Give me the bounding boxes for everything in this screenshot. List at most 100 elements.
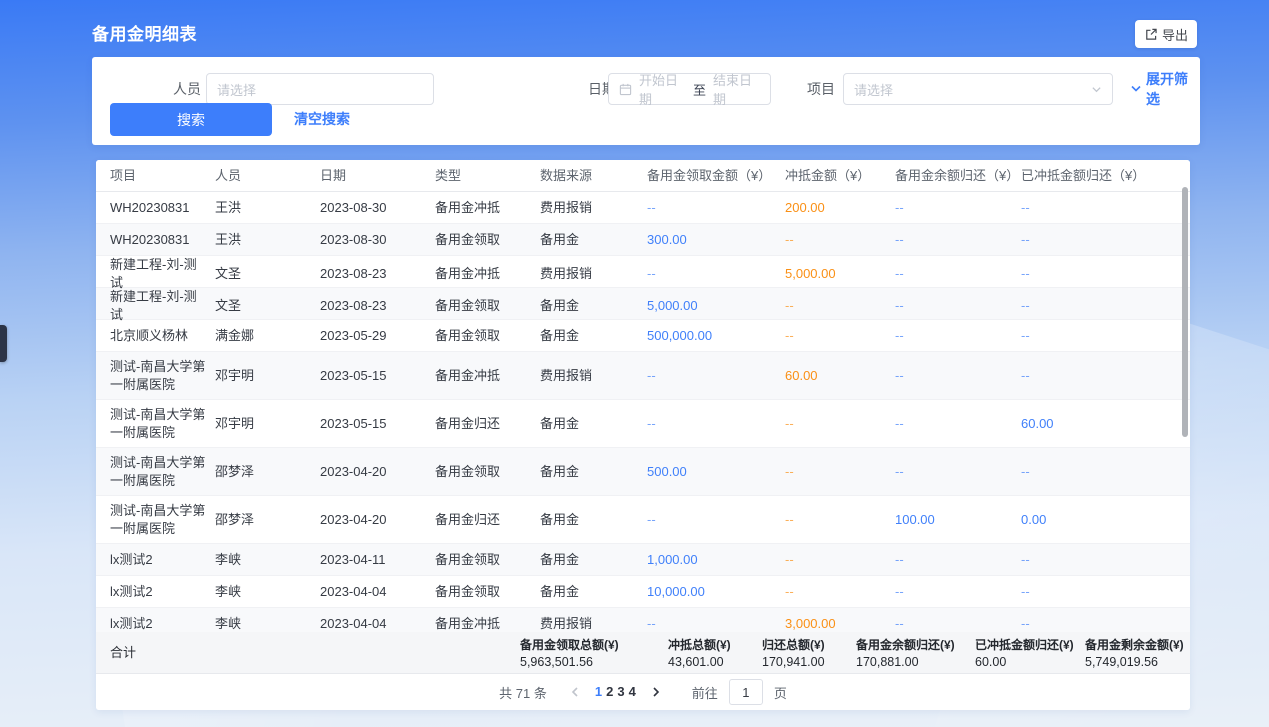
table-row: 新建工程-刘-测试文圣2023-08-23备用金冲抵费用报销--5,000.00… [96, 256, 1190, 288]
summary-item-value: 5,749,019.56 [1085, 654, 1184, 670]
cell-offset_return: -- [1021, 327, 1182, 345]
cell-person: 李峡 [215, 551, 320, 569]
cell-date: 2023-08-30 [320, 231, 435, 249]
cell-received: -- [647, 265, 785, 283]
summary-item-label: 备用金余额归还(¥) [856, 637, 955, 653]
clear-search-link[interactable]: 清空搜索 [294, 103, 350, 136]
cell-offset_return: -- [1021, 367, 1182, 385]
date-end-input[interactable]: 结束日期 [713, 70, 760, 108]
cell-balance_return: -- [895, 297, 1021, 315]
cell-type: 备用金领取 [435, 231, 540, 249]
cell-balance_return: -- [895, 583, 1021, 601]
next-page-button[interactable] [644, 680, 668, 704]
column-header: 项目 [110, 167, 215, 185]
cell-date: 2023-04-20 [320, 463, 435, 481]
cell-balance_return: -- [895, 415, 1021, 433]
cell-offset_return: 60.00 [1021, 415, 1182, 433]
project-select-placeholder: 请选择 [854, 80, 1091, 99]
cell-person: 邵梦泽 [215, 511, 320, 529]
column-header: 备用金余额归还（¥） [895, 167, 1021, 185]
chevron-down-icon [1091, 84, 1102, 95]
cell-date: 2023-05-29 [320, 327, 435, 345]
cell-date: 2023-04-04 [320, 615, 435, 633]
cell-offset_return: -- [1021, 463, 1182, 481]
goto-page-input[interactable] [729, 679, 763, 705]
cell-received: -- [647, 415, 785, 433]
chevron-down-icon [1130, 83, 1142, 95]
cell-offset: -- [785, 463, 895, 481]
person-select[interactable]: 请选择 [206, 73, 434, 105]
summary-item-value: 60.00 [975, 654, 1074, 670]
cell-source: 费用报销 [540, 199, 647, 217]
cell-balance_return: -- [895, 463, 1021, 481]
expand-filter-label: 展开筛选 [1146, 69, 1200, 109]
summary-item-value: 43,601.00 [668, 654, 731, 670]
date-range-picker[interactable]: 开始日期 至 结束日期 [608, 73, 771, 105]
cell-date: 2023-08-30 [320, 199, 435, 217]
cell-balance_return: -- [895, 199, 1021, 217]
report-table: 项目人员日期类型数据来源备用金领取金额（¥）冲抵金额（¥）备用金余额归还（¥）已… [96, 160, 1190, 710]
cell-type: 备用金领取 [435, 551, 540, 569]
cell-received: -- [647, 511, 785, 529]
summary-row: 合计 备用金领取总额(¥)5,963,501.56冲抵总额(¥)43,601.0… [96, 632, 1190, 674]
export-button[interactable]: 导出 [1135, 20, 1197, 48]
page-number-button[interactable]: 4 [629, 684, 636, 699]
cell-balance_return: 100.00 [895, 511, 1021, 529]
cell-offset: 200.00 [785, 199, 895, 217]
cell-source: 备用金 [540, 551, 647, 569]
summary-item: 备用金余额归还(¥)170,881.00 [856, 637, 955, 670]
table-row: lx测试2李峡2023-04-11备用金领取备用金1,000.00------ [96, 544, 1190, 576]
cell-project: 新建工程-刘-测试 [110, 256, 215, 292]
calendar-icon [619, 83, 632, 96]
table-row: WH20230831王洪2023-08-30备用金冲抵费用报销--200.00-… [96, 192, 1190, 224]
cell-source: 备用金 [540, 511, 647, 529]
date-start-input[interactable]: 开始日期 [639, 70, 686, 108]
summary-item: 冲抵总额(¥)43,601.00 [668, 637, 731, 670]
cell-balance_return: -- [895, 615, 1021, 633]
cell-received: 5,000.00 [647, 297, 785, 315]
cell-type: 备用金冲抵 [435, 265, 540, 283]
cell-balance_return: -- [895, 231, 1021, 249]
table-row: 测试-南昌大学第一附属医院邵梦泽2023-04-20备用金归还备用金----10… [96, 496, 1190, 544]
cell-type: 备用金领取 [435, 583, 540, 601]
cell-person: 王洪 [215, 231, 320, 249]
project-select[interactable]: 请选择 [843, 73, 1113, 105]
cell-received: 500,000.00 [647, 327, 785, 345]
cell-source: 备用金 [540, 583, 647, 601]
table-row: 新建工程-刘-测试文圣2023-08-23备用金领取备用金5,000.00---… [96, 288, 1190, 320]
collapsed-sidebar-handle[interactable] [0, 325, 7, 362]
cell-offset: -- [785, 583, 895, 601]
cell-person: 文圣 [215, 265, 320, 283]
cell-type: 备用金归还 [435, 415, 540, 433]
table-row: 测试-南昌大学第一附属医院邵梦泽2023-04-20备用金领取备用金500.00… [96, 448, 1190, 496]
cell-offset_return: -- [1021, 615, 1182, 633]
vertical-scrollbar[interactable] [1182, 187, 1188, 437]
cell-offset: -- [785, 231, 895, 249]
person-select-placeholder: 请选择 [217, 80, 256, 99]
search-button[interactable]: 搜索 [110, 103, 272, 136]
cell-source: 备用金 [540, 231, 647, 249]
summary-item-value: 170,941.00 [762, 654, 825, 670]
cell-received: -- [647, 199, 785, 217]
goto-label: 前往 [692, 683, 718, 702]
column-header: 数据来源 [540, 167, 647, 185]
cell-received: 300.00 [647, 231, 785, 249]
cell-offset_return: -- [1021, 297, 1182, 315]
cell-received: 10,000.00 [647, 583, 785, 601]
summary-item-value: 170,881.00 [856, 654, 955, 670]
cell-source: 备用金 [540, 297, 647, 315]
page-number-button[interactable]: 1 [595, 684, 602, 699]
page-number-button[interactable]: 3 [617, 684, 624, 699]
cell-source: 备用金 [540, 327, 647, 345]
page-number-button[interactable]: 2 [606, 684, 613, 699]
cell-source: 费用报销 [540, 367, 647, 385]
column-header: 日期 [320, 167, 435, 185]
column-header: 已冲抵金额归还（¥） [1021, 167, 1182, 185]
expand-filter-link[interactable]: 展开筛选 [1130, 73, 1200, 105]
cell-offset: 3,000.00 [785, 615, 895, 633]
filter-panel: 人员 请选择 日期 开始日期 至 结束日期 项目 请选择 [92, 57, 1200, 145]
summary-item: 归还总额(¥)170,941.00 [762, 637, 825, 670]
table-row: 北京顺义杨林满金娜2023-05-29备用金领取备用金500,000.00---… [96, 320, 1190, 352]
prev-page-button[interactable] [563, 680, 587, 704]
date-range-separator: 至 [693, 80, 706, 99]
